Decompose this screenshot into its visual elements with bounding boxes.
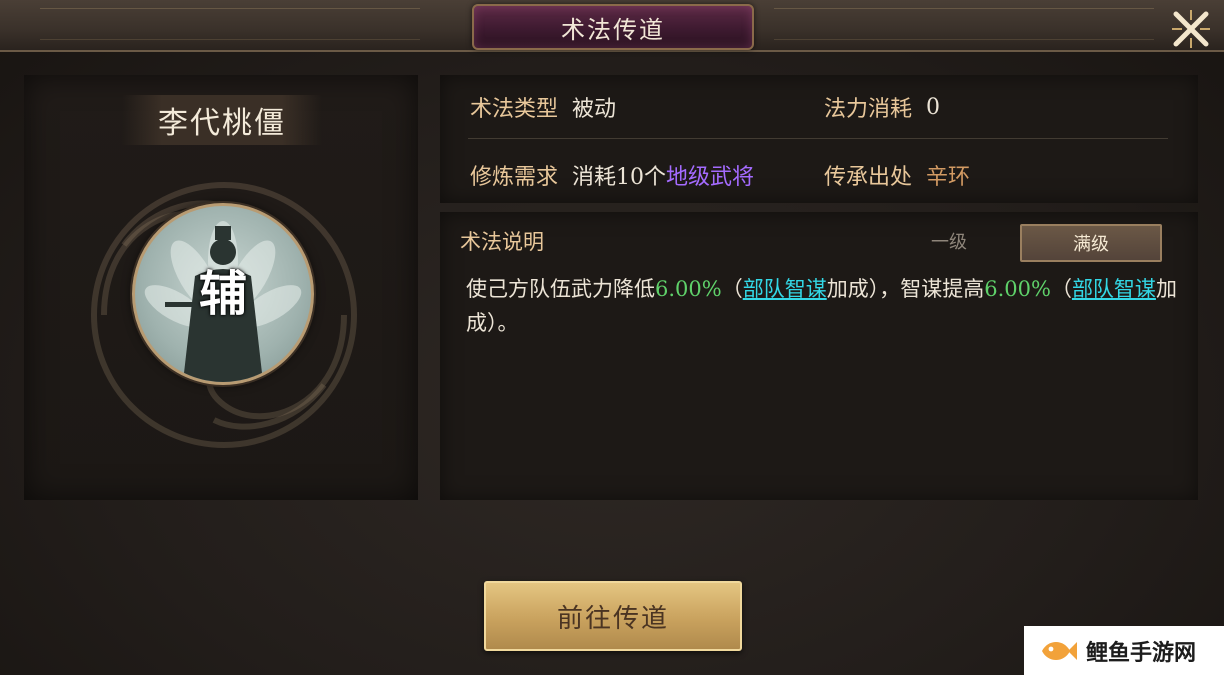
window-title: 术法传道	[561, 15, 665, 44]
description-title: 术法说明	[460, 230, 544, 254]
character-panel: 李代桃僵 辅	[24, 75, 418, 500]
role-character: 辅	[198, 266, 247, 322]
cost-value: 0	[926, 94, 941, 120]
cost-row: 法力消耗 0	[824, 87, 940, 127]
watermark-text: 鲤鱼手游网	[1086, 640, 1197, 666]
close-x-icon	[1172, 10, 1210, 48]
skill-info-panel: 术法类型 被动 法力消耗 0 修炼需求 消耗10个地级武将 传承出处 辛环	[440, 75, 1198, 203]
fish-logo-icon	[1042, 641, 1077, 660]
skill-transmission-screen: 术法传道 李代桃僵 辅 术法类型 被动 法力消耗 0 修炼需求 消耗10个地级武…	[0, 0, 1224, 675]
skill-avatar: 辅	[132, 203, 314, 385]
skill-description-panel: 术法说明 一级 满级 使己方队伍武力降低6.00%（部队智谋加成），智谋提高6.…	[440, 212, 1198, 500]
desc-number: 6.00%	[984, 277, 1051, 301]
desc-part: （	[721, 277, 743, 301]
desc-part: 使己方队伍武力降低	[466, 277, 655, 301]
desc-keyword-link[interactable]: 部队智谋	[743, 277, 827, 301]
source-value[interactable]: 辛环	[926, 159, 970, 191]
tab-max-level[interactable]: 满级	[1020, 224, 1162, 262]
desc-keyword-link[interactable]: 部队智谋	[1072, 277, 1156, 301]
type-label: 术法类型	[470, 97, 559, 122]
go-transmit-button[interactable]: 前往传道	[484, 581, 742, 651]
banner-ornament-left	[40, 8, 420, 40]
requirement-highlight: 地级武将	[666, 165, 755, 190]
requirement-prefix: 消耗10个	[572, 165, 667, 190]
source-label: 传承出处	[824, 165, 913, 190]
type-row: 术法类型 被动	[470, 87, 616, 127]
tab-level-1[interactable]: 一级	[880, 224, 1018, 258]
character-name: 李代桃僵	[158, 106, 286, 141]
requirement-value: 消耗10个地级武将	[572, 159, 754, 191]
desc-part: （	[1050, 277, 1072, 301]
requirement-label: 修炼需求	[470, 165, 559, 190]
type-value: 被动	[572, 97, 617, 122]
close-button[interactable]	[1166, 4, 1216, 54]
info-divider	[468, 138, 1168, 139]
desc-part: 加成），智谋提高	[826, 277, 985, 301]
top-banner: 术法传道	[0, 0, 1224, 52]
banner-ornament-right	[774, 8, 1154, 40]
title-plate: 术法传道	[472, 4, 754, 50]
description-text: 使己方队伍武力降低6.00%（部队智谋加成），智谋提高6.00%（部队智谋加成）…	[466, 272, 1178, 340]
cost-label: 法力消耗	[824, 97, 913, 122]
source-row: 传承出处 辛环	[824, 155, 970, 195]
desc-number: 6.00%	[655, 277, 722, 301]
watermark: 鲤鱼手游网	[1024, 626, 1224, 675]
go-transmit-label: 前往传道	[556, 603, 669, 634]
requirement-row: 修炼需求 消耗10个地级武将	[470, 155, 754, 195]
character-name-plate: 李代桃僵	[122, 95, 322, 145]
